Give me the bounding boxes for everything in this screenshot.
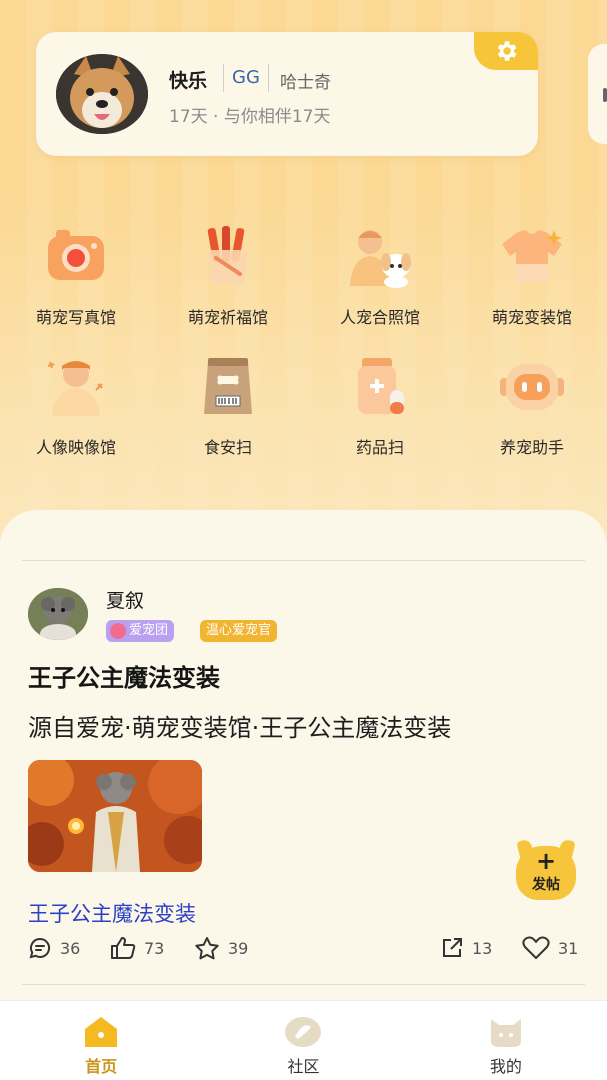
nav-community[interactable]: 社区 — [202, 1001, 404, 1080]
share-icon — [443, 938, 462, 957]
gear-icon — [497, 41, 517, 61]
feature-label: 食安扫 — [203, 438, 252, 457]
nav-mine[interactable]: 我的 — [405, 1001, 607, 1080]
nav-community-label: 社区 — [287, 1057, 320, 1076]
settings-button[interactable] — [474, 32, 538, 70]
comment-count: 36 — [60, 938, 81, 958]
feature-food-safety-scan[interactable]: 食安扫 — [152, 350, 304, 462]
post-title[interactable]: 王子公主魔法变装 — [28, 658, 220, 693]
companion-days: 17天 · 与你相伴17天 — [169, 107, 331, 127]
divider — [22, 984, 585, 985]
star-icon — [195, 937, 219, 960]
robot-icon — [496, 350, 568, 422]
create-post-label: 发帖 — [532, 877, 560, 893]
feature-pet-photo-studio[interactable]: 萌宠写真馆 — [0, 220, 152, 332]
home-icon — [85, 1017, 118, 1047]
heart-icon — [522, 936, 550, 959]
person-portrait-icon — [40, 350, 112, 422]
badge-label: 爱宠团 — [129, 623, 169, 638]
community-feed-panel: 夏叙 爱宠团 温心爱宠官 王子公主魔法变装 源自爱宠·萌宠变装馆·王子公主魔法变… — [0, 510, 607, 1020]
like-button[interactable]: 73 — [110, 936, 164, 960]
favorite-button[interactable]: 39 — [194, 936, 248, 960]
badge-icon — [110, 623, 126, 639]
nav-mine-label: 我的 — [489, 1057, 522, 1076]
heart-count: 31 — [558, 938, 579, 958]
post-image[interactable] — [28, 760, 202, 872]
plus-icon: + — [535, 847, 557, 875]
pet-avatar[interactable] — [56, 54, 148, 134]
pet-tag: GG — [223, 64, 269, 92]
next-pet-card-peek[interactable] — [588, 44, 607, 144]
tshirt-icon — [496, 220, 568, 292]
feature-label: 人像映像馆 — [35, 438, 116, 457]
pet-group-badge: 爱宠团 — [106, 620, 175, 642]
community-icon — [285, 1017, 322, 1047]
share-count: 13 — [472, 938, 493, 958]
post-author-avatar[interactable] — [28, 588, 88, 640]
treat-cup-icon — [192, 220, 264, 292]
camera-icon — [40, 220, 112, 292]
feature-label: 养宠助手 — [499, 438, 564, 457]
heart-button[interactable]: 31 — [522, 936, 578, 960]
food-bag-icon — [192, 350, 264, 422]
pet-name: 快乐 — [169, 70, 208, 92]
feature-label: 萌宠变装馆 — [491, 308, 572, 327]
post-topic-link[interactable]: 王子公主魔法变装 — [28, 898, 196, 928]
cat-profile-icon — [490, 1019, 521, 1047]
pet-profile-card[interactable]: 快乐 GG 哈士奇 17天 · 与你相伴17天 — [36, 32, 538, 156]
feature-pet-blessing-hall[interactable]: 萌宠祈福馆 — [152, 220, 304, 332]
post-source: 源自爱宠·萌宠变装馆·王子公主魔法变装 — [28, 714, 452, 742]
pet-lover-badge: 温心爱宠官 — [200, 620, 278, 642]
thumbs-up-icon — [111, 937, 136, 959]
feature-medicine-scan[interactable]: 药品扫 — [304, 350, 456, 462]
nav-home[interactable]: 首页 — [0, 1001, 202, 1080]
divider — [22, 560, 585, 561]
comment-button[interactable]: 36 — [28, 936, 80, 960]
feature-grid: 萌宠写真馆 萌宠祈福馆 人宠合照馆 萌宠变装馆 人像映像馆 食安扫 药品扫 养宠… — [0, 220, 607, 462]
create-post-button[interactable]: + 发帖 — [516, 838, 576, 900]
feature-label: 萌宠祈福馆 — [187, 308, 268, 327]
person-with-dog-icon — [344, 220, 416, 292]
post-author-name[interactable]: 夏叙 — [106, 586, 144, 613]
comment-icon — [29, 937, 51, 959]
feature-pet-dressup[interactable]: 萌宠变装馆 — [456, 220, 607, 332]
favorite-count: 39 — [228, 938, 249, 958]
pet-breed: 哈士奇 — [280, 73, 331, 93]
bottom-navigation: 首页 社区 我的 — [0, 1000, 607, 1080]
feature-label: 药品扫 — [355, 438, 404, 457]
feature-label: 人宠合照馆 — [339, 308, 420, 327]
feature-label: 萌宠写真馆 — [35, 308, 116, 327]
feature-portrait-studio[interactable]: 人像映像馆 — [0, 350, 152, 462]
medicine-bottle-icon — [344, 350, 416, 422]
like-count: 73 — [144, 938, 165, 958]
feature-pet-group-photo[interactable]: 人宠合照馆 — [304, 220, 456, 332]
nav-home-label: 首页 — [85, 1057, 118, 1076]
feature-pet-assistant[interactable]: 养宠助手 — [456, 350, 607, 462]
share-button[interactable]: 13 — [440, 936, 492, 960]
